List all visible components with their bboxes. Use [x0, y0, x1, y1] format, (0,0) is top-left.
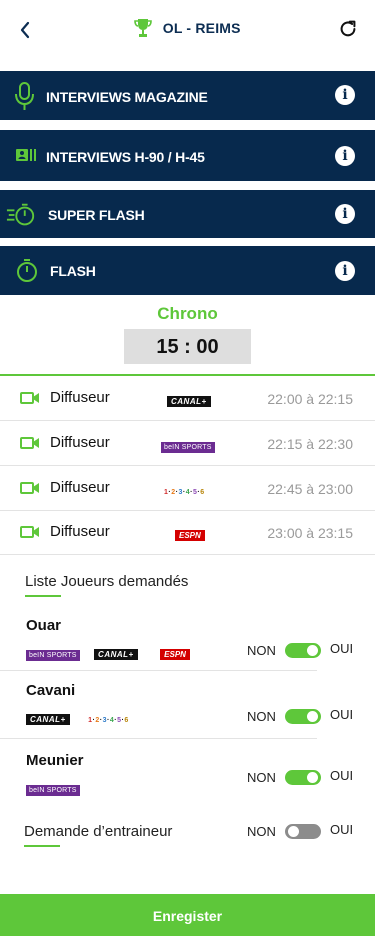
- player-row: Cavani CANAL+ 1·2·3·4·5·6 NON OUI: [0, 680, 375, 739]
- broadcast-time: 22:45 à 23:00: [267, 481, 353, 497]
- player-name: Meunier: [26, 752, 84, 769]
- broadcast-time: 22:00 à 22:15: [267, 391, 353, 407]
- info-icon[interactable]: i: [335, 204, 355, 224]
- video-camera-icon: [20, 526, 39, 538]
- section-label: SUPER FLASH: [48, 207, 145, 223]
- section-flash[interactable]: FLASH i: [0, 246, 375, 295]
- espn-logo: ESPN: [175, 525, 205, 541]
- toggle-oui-label: OUI: [330, 707, 354, 722]
- player-row: Meunier beIN SPORTS NON OUI: [0, 750, 375, 800]
- bein-sports-logo: beIN SPORTS: [26, 785, 80, 796]
- trophy-icon: [134, 19, 153, 37]
- broadcast-label: Diffuseur: [50, 389, 110, 406]
- player-toggle[interactable]: NON OUI: [247, 768, 357, 788]
- coach-toggle[interactable]: NON OUI: [247, 822, 357, 842]
- save-button[interactable]: Enregister: [0, 894, 375, 936]
- canal-plus-logo: CANAL+: [94, 649, 138, 660]
- player-row: Ouar beIN SPORTS CANAL+ ESPN NON OUI: [0, 615, 375, 671]
- broadcast-time: 22:15 à 22:30: [267, 436, 353, 452]
- player-broadcasters: beIN SPORTS CANAL+ ESPN: [26, 644, 190, 661]
- toggle-non-label: NON: [247, 709, 276, 724]
- chrono-value[interactable]: 15 : 00: [124, 329, 251, 364]
- section-label: FLASH: [50, 263, 96, 279]
- player-broadcasters: beIN SPORTS: [26, 779, 80, 796]
- info-icon[interactable]: i: [335, 261, 355, 281]
- section-label: INTERVIEWS MAGAZINE: [46, 89, 208, 105]
- toggle-switch[interactable]: [285, 824, 321, 839]
- coach-underline: [24, 845, 60, 847]
- video-camera-icon: [20, 482, 39, 494]
- bein-max-logo: 1·2·3·4·5·6: [164, 489, 205, 496]
- video-camera-icon: [20, 437, 39, 449]
- divider: [0, 670, 317, 671]
- player-toggle[interactable]: NON OUI: [247, 707, 357, 727]
- chrono-title: Chrono: [157, 304, 218, 323]
- section-interviews-magazine[interactable]: INTERVIEWS MAGAZINE i: [0, 71, 375, 120]
- section-label: INTERVIEWS H-90 / H-45: [46, 149, 205, 165]
- broadcast-row[interactable]: Diffuseur beIN SPORTS 22:15 à 22:30: [0, 422, 375, 466]
- microphone-icon: [15, 82, 34, 110]
- divider: [0, 374, 375, 376]
- broadcast-row[interactable]: Diffuseur ESPN 23:00 à 23:15: [0, 511, 375, 555]
- broadcast-row[interactable]: Diffuseur CANAL+ 22:00 à 22:15: [0, 377, 375, 421]
- broadcast-label: Diffuseur: [50, 434, 110, 451]
- canal-plus-logo: CANAL+: [26, 714, 70, 725]
- stopwatch-fast-icon: [6, 203, 35, 226]
- player-name: Cavani: [26, 682, 76, 699]
- title-group: OL - REIMS: [0, 18, 375, 38]
- players-list-title: Liste Joueurs demandés: [25, 573, 189, 590]
- top-bar: OL - REIMS: [0, 0, 375, 62]
- espn-logo: ESPN: [160, 649, 190, 660]
- toggle-non-label: NON: [247, 643, 276, 658]
- id-card-icon: [16, 149, 36, 161]
- divider: [0, 738, 317, 739]
- toggle-oui-label: OUI: [330, 641, 354, 656]
- broadcast-label: Diffuseur: [50, 479, 110, 496]
- bein-max-logo: 1·2·3·4·5·6: [88, 717, 129, 724]
- page-title: OL - REIMS: [162, 20, 241, 36]
- video-camera-icon: [20, 392, 39, 404]
- bein-sports-logo: beIN SPORTS: [26, 650, 80, 661]
- toggle-oui-label: OUI: [330, 768, 354, 783]
- section-interviews-h90[interactable]: INTERVIEWS H-90 / H-45 i: [0, 130, 375, 181]
- toggle-non-label: NON: [247, 824, 276, 839]
- info-icon[interactable]: i: [335, 85, 355, 105]
- toggle-switch[interactable]: [285, 709, 321, 724]
- stopwatch-icon: [17, 259, 37, 282]
- toggle-switch[interactable]: [285, 770, 321, 785]
- toggle-switch[interactable]: [285, 643, 321, 658]
- toggle-non-label: NON: [247, 770, 276, 785]
- broadcast-time: 23:00 à 23:15: [267, 525, 353, 541]
- canal-plus-logo: CANAL+: [167, 391, 211, 407]
- player-toggle[interactable]: NON OUI: [247, 641, 357, 661]
- section-super-flash[interactable]: SUPER FLASH i: [0, 190, 375, 238]
- info-icon[interactable]: i: [335, 146, 355, 166]
- player-name: Ouar: [26, 617, 62, 634]
- bein-sports-logo: beIN SPORTS: [161, 436, 215, 453]
- player-broadcasters: CANAL+ 1·2·3·4·5·6: [26, 709, 129, 725]
- toggle-oui-label: OUI: [330, 822, 354, 837]
- broadcast-row[interactable]: Diffuseur 1·2·3·4·5·6 22:45 à 23:00: [0, 467, 375, 511]
- broadcast-label: Diffuseur: [50, 523, 110, 540]
- refresh-icon[interactable]: [337, 18, 359, 40]
- title-underline: [25, 595, 61, 597]
- coach-request-label: Demande d’entraineur: [24, 823, 173, 840]
